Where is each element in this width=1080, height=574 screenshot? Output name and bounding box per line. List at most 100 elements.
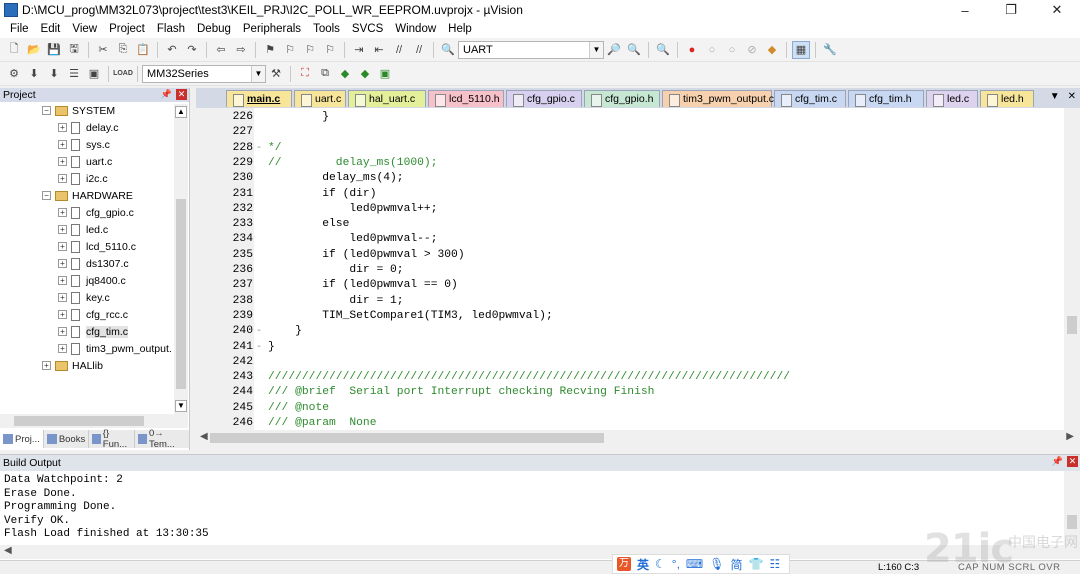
uncomment-icon[interactable]: // <box>410 41 428 59</box>
target-options-icon[interactable]: ⚒ <box>267 65 285 83</box>
indent-icon[interactable]: ⇥ <box>350 41 368 59</box>
tab-uart-c[interactable]: uart.c <box>294 90 346 107</box>
tab-cfg-tim-c[interactable]: cfg_tim.c <box>774 90 846 107</box>
find-in-files-icon[interactable]: 🔍 <box>439 41 457 59</box>
menu-view[interactable]: View <box>66 23 103 35</box>
redo-icon[interactable]: ↷ <box>183 41 201 59</box>
menu-window[interactable]: Window <box>389 23 442 35</box>
collapse-icon[interactable]: − <box>42 106 51 115</box>
configure-tools-icon[interactable]: 🔧 <box>821 41 839 59</box>
disable-breakpoint-icon[interactable]: ○ <box>703 41 721 59</box>
fold-marker-icon[interactable]: - <box>256 340 262 355</box>
build-icon[interactable]: ⬇ <box>25 65 43 83</box>
prev-bookmark-icon[interactable]: ⚐ <box>281 41 299 59</box>
navigate-back-icon[interactable]: ⇦ <box>212 41 230 59</box>
incremental-find-icon[interactable]: 🔎 <box>605 41 623 59</box>
tab-led-h[interactable]: led.h <box>980 90 1034 107</box>
tab-main-c[interactable]: main.c <box>226 90 292 107</box>
tab-cfg-gpio-h[interactable]: cfg_gpio.h <box>584 90 660 107</box>
tab-tim3-pwm-output-c[interactable]: tim3_pwm_output.c <box>662 90 774 107</box>
window-layout-icon[interactable]: ▦ <box>792 40 810 59</box>
build-output-hscroll[interactable]: ◀ <box>0 545 1080 559</box>
ime-punctuation-icon[interactable]: °, <box>672 557 680 571</box>
menu-file[interactable]: File <box>4 23 35 35</box>
tree-file[interactable]: + i2c.c <box>58 170 108 187</box>
menu-tools[interactable]: Tools <box>307 23 346 35</box>
maximize-button[interactable]: ❐ <box>988 0 1034 20</box>
target-combo[interactable]: MM32Series ▼ <box>142 64 266 83</box>
editor-hscroll[interactable]: ◀ ▶ <box>196 430 1080 446</box>
scroll-up-arrow-icon[interactable]: ▲ <box>175 106 187 118</box>
tab-cfg-tim-h[interactable]: cfg_tim.h <box>848 90 924 107</box>
tree-file[interactable]: + led.c <box>58 221 108 238</box>
project-tree-vscroll[interactable]: ▲ ▼ <box>174 104 188 414</box>
save-icon[interactable]: 💾 <box>45 41 63 59</box>
expand-icon[interactable]: + <box>58 225 67 234</box>
debug-session-icon[interactable]: 🔍 <box>654 41 672 59</box>
tree-group[interactable]: − SYSTEM <box>42 102 115 119</box>
fold-marker-icon[interactable]: - <box>256 324 262 339</box>
code-editor[interactable]: 226 } 227 228- */229// delay_ms(1000); 230 d… <box>196 108 1080 430</box>
insert-tracepoint-icon[interactable]: ◆ <box>763 41 781 59</box>
ime-skin-icon[interactable]: 👕 <box>749 557 764 571</box>
scroll-thumb[interactable] <box>14 416 144 426</box>
tab-lcd-5110-h[interactable]: lcd_5110.h <box>428 90 504 107</box>
manage-project-items-icon[interactable]: ⛶ <box>296 65 314 83</box>
expand-icon[interactable]: + <box>58 123 67 132</box>
menu-peripherals[interactable]: Peripherals <box>237 23 307 35</box>
rebuild-icon[interactable]: ⬇ <box>45 65 63 83</box>
menu-svcs[interactable]: SVCS <box>346 23 389 35</box>
scroll-thumb[interactable] <box>1067 316 1077 334</box>
tab-hal-uart-c[interactable]: hal_uart.c <box>348 90 426 107</box>
tab-project[interactable]: Proj... <box>0 430 44 448</box>
ime-mode-indicator[interactable]: 英 <box>637 556 649 573</box>
paste-icon[interactable]: 📋 <box>134 41 152 59</box>
next-bookmark-icon[interactable]: ⚐ <box>301 41 319 59</box>
expand-icon[interactable]: + <box>58 293 67 302</box>
find-combo[interactable]: UART ▼ <box>458 40 604 59</box>
open-folder-icon[interactable]: 📂 <box>25 41 43 59</box>
expand-icon[interactable]: + <box>58 174 67 183</box>
tree-file[interactable]: + delay.c <box>58 119 119 136</box>
close-icon[interactable]: ✕ <box>1067 456 1078 467</box>
tab-cfg-gpio-c[interactable]: cfg_gpio.c <box>506 90 582 107</box>
project-tree-hscroll[interactable] <box>0 414 188 428</box>
tree-group[interactable]: − HARDWARE <box>42 187 133 204</box>
expand-icon[interactable]: + <box>58 157 67 166</box>
tree-file[interactable]: + key.c <box>58 289 110 306</box>
expand-icon[interactable]: + <box>58 208 67 217</box>
tab-led-c[interactable]: led.c <box>926 90 978 107</box>
navigate-forward-icon[interactable]: ⇨ <box>232 41 250 59</box>
stop-build-icon[interactable]: ▣ <box>85 65 103 83</box>
kill-all-breakpoints-icon[interactable]: ⊘ <box>743 41 761 59</box>
tree-file[interactable]: + sys.c <box>58 136 110 153</box>
save-all-icon[interactable]: 🖫 <box>65 41 83 59</box>
tab-functions[interactable]: {} Fun... <box>89 428 136 450</box>
tree-file[interactable]: + uart.c <box>58 153 112 170</box>
scroll-thumb[interactable] <box>210 433 604 443</box>
scroll-thumb[interactable] <box>1067 515 1077 529</box>
tab-templates[interactable]: 0→ Tem... <box>135 428 190 450</box>
find-icon[interactable]: 🔍 <box>625 41 643 59</box>
close-window-button[interactable]: ✕ <box>1034 0 1080 20</box>
fold-marker-icon[interactable]: - <box>256 141 262 156</box>
scroll-down-arrow-icon[interactable]: ▼ <box>175 400 187 412</box>
expand-icon[interactable]: + <box>58 344 67 353</box>
editor-vscroll[interactable] <box>1064 108 1080 430</box>
batch-build-icon[interactable]: ☰ <box>65 65 83 83</box>
ime-voice-icon[interactable]: 🎙 <box>709 557 724 571</box>
expand-icon[interactable]: + <box>58 310 67 319</box>
ime-logo-icon[interactable]: 万 <box>617 557 631 571</box>
tree-group[interactable]: + HALlib <box>42 357 103 374</box>
pack-installer-icon[interactable]: ◆ <box>356 65 374 83</box>
translate-icon[interactable]: ⚙ <box>5 65 23 83</box>
close-editor-icon[interactable]: ✕ <box>1068 91 1076 102</box>
software-components-icon[interactable]: ▣ <box>376 65 394 83</box>
expand-icon[interactable]: + <box>58 242 67 251</box>
bookmark-icon[interactable]: ⚑ <box>261 41 279 59</box>
pin-icon[interactable]: 📌 <box>161 89 172 100</box>
expand-icon[interactable]: + <box>58 276 67 285</box>
chevron-down-icon[interactable]: ▼ <box>589 41 603 58</box>
tree-file[interactable]: + jq8400.c <box>58 272 126 289</box>
cut-icon[interactable]: ✂ <box>94 41 112 59</box>
